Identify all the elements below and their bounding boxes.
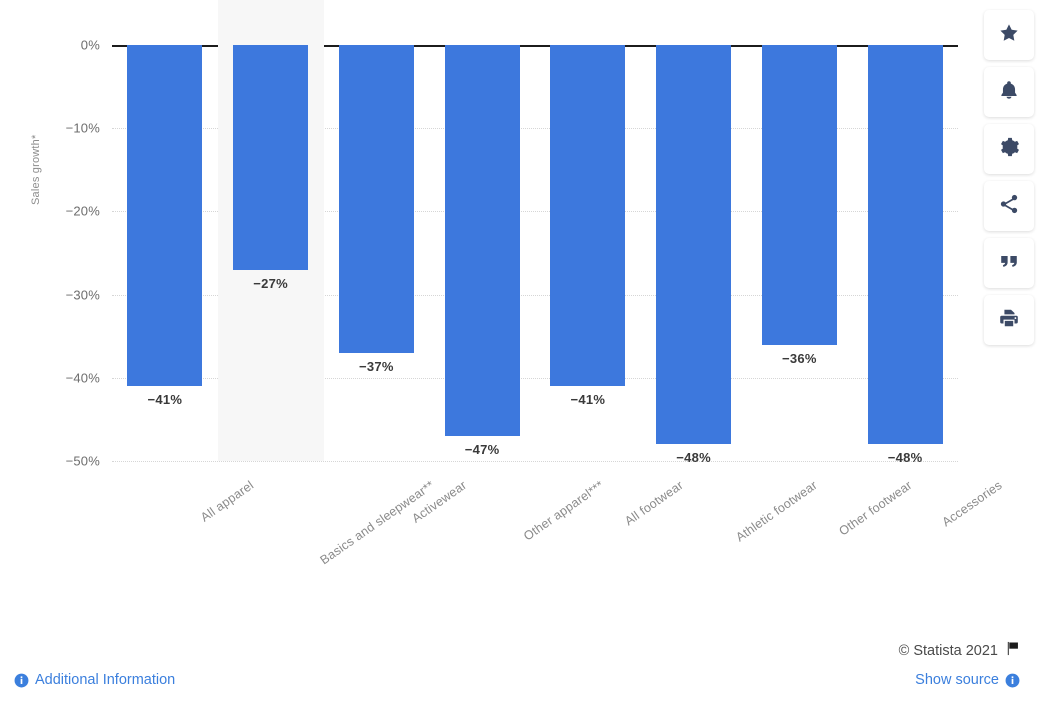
- flag-icon[interactable]: [1005, 641, 1020, 660]
- bar[interactable]: [233, 45, 309, 270]
- footer-links: Additional Information Show source: [0, 672, 1040, 700]
- x-axis-tick: Athletic footwear: [732, 478, 820, 545]
- gear-icon: [998, 136, 1020, 163]
- x-axis-tick: All footwear: [622, 478, 686, 529]
- bar-value-label: −37%: [358, 358, 394, 374]
- notification-button[interactable]: [984, 67, 1034, 117]
- bar-chart: Sales growth* 0% −10% −20% −30% −40% −50% −41…: [0, 0, 1005, 630]
- share-button[interactable]: [984, 181, 1034, 231]
- copyright-text: © Statista 2021: [898, 642, 998, 659]
- bell-icon: [998, 79, 1020, 106]
- bar[interactable]: [761, 45, 837, 345]
- bar-value-label: −41%: [570, 392, 606, 408]
- quote-icon: [998, 250, 1020, 277]
- x-axis-tick: Other apparel***: [521, 478, 607, 544]
- x-axis-tick: Accessories: [939, 478, 1005, 530]
- bar-value-label: −27%: [253, 275, 289, 291]
- plot-area: −41% −27% −37% −47% −41% −48% −36% −48%: [112, 0, 958, 470]
- info-icon: [1005, 673, 1020, 688]
- y-axis-tick: −10%: [65, 120, 100, 136]
- settings-button[interactable]: [984, 124, 1034, 174]
- bar-value-label: −48%: [887, 450, 923, 466]
- bar[interactable]: [867, 45, 943, 445]
- y-axis-tick: 0%: [80, 37, 100, 53]
- show-source-label: Show source: [915, 672, 999, 688]
- y-axis-tick: −20%: [65, 203, 100, 219]
- print-button[interactable]: [984, 295, 1034, 345]
- action-toolbar: [984, 10, 1034, 352]
- info-icon: [14, 673, 29, 688]
- additional-information-label: Additional Information: [35, 672, 176, 688]
- show-source-link[interactable]: Show source: [915, 672, 1020, 688]
- bar-value-label: −48%: [676, 450, 712, 466]
- x-axis-tick: All apparel: [197, 478, 257, 525]
- share-icon: [998, 193, 1020, 220]
- bar[interactable]: [444, 45, 520, 437]
- chart-page: Sales growth* 0% −10% −20% −30% −40% −50% −41…: [0, 0, 1040, 711]
- y-axis-tick-labels: 0% −10% −20% −30% −40% −50%: [38, 0, 100, 630]
- bar[interactable]: [127, 45, 203, 387]
- additional-information-link[interactable]: Additional Information: [14, 672, 175, 688]
- bar-value-label: −41%: [147, 392, 183, 408]
- x-axis-tick: Other footwear: [836, 478, 915, 539]
- y-axis-tick: −40%: [65, 370, 100, 386]
- citation-button[interactable]: [984, 238, 1034, 288]
- star-icon: [998, 22, 1020, 49]
- y-axis-tick: −50%: [65, 453, 100, 469]
- y-axis-tick: −30%: [65, 287, 100, 303]
- favorite-button[interactable]: [984, 10, 1034, 60]
- bar[interactable]: [656, 45, 732, 445]
- bar-value-label: −36%: [781, 350, 817, 366]
- bar[interactable]: [338, 45, 414, 353]
- print-icon: [998, 307, 1020, 334]
- bar-value-label: −47%: [464, 442, 500, 458]
- bar[interactable]: [550, 45, 626, 387]
- copyright: © Statista 2021: [899, 641, 1020, 660]
